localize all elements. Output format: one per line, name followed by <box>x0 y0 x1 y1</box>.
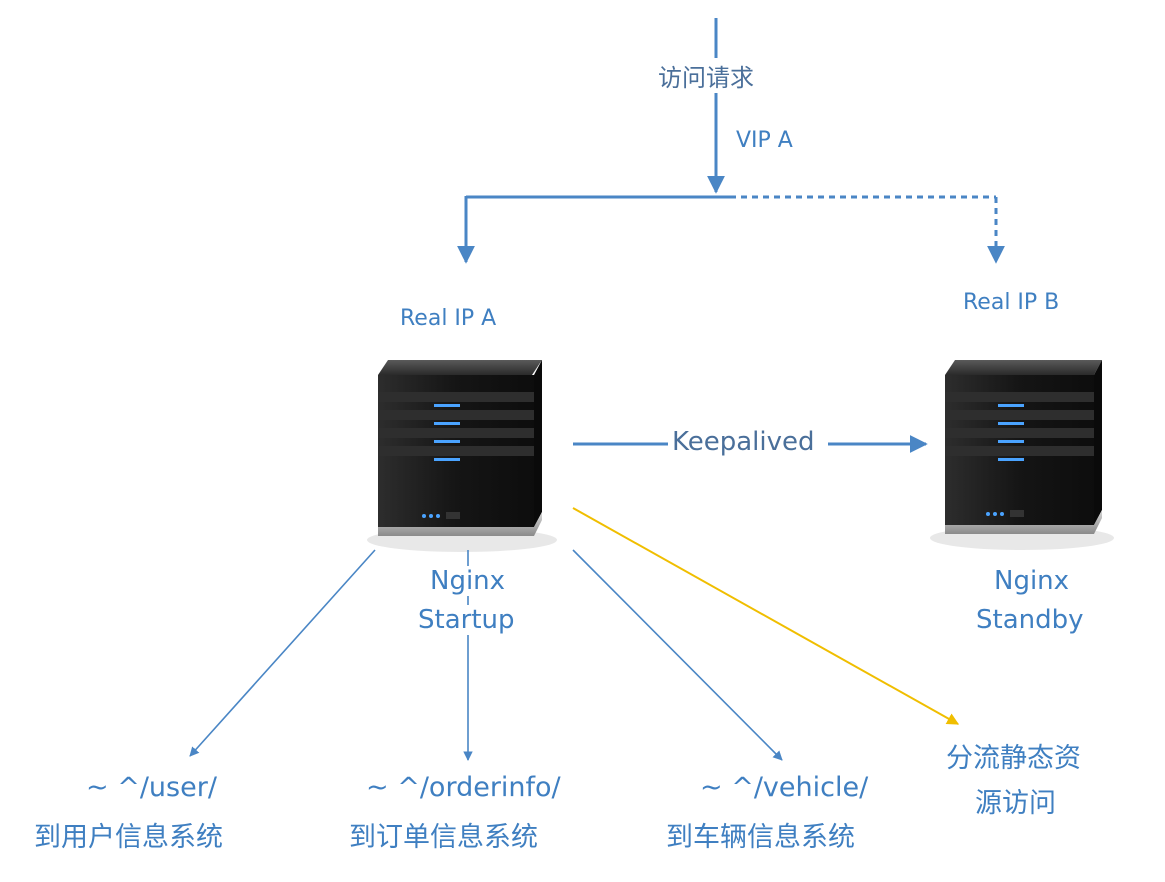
vip-label: VIP A <box>736 128 793 153</box>
route-user-target: 到用户信息系统 <box>34 822 223 853</box>
standby-name-line2: Standby <box>976 605 1084 635</box>
route-user-pattern: ~ ^/user/ <box>86 772 217 803</box>
route-orderinfo-pattern: ~ ^/orderinfo/ <box>366 772 561 803</box>
standby-name-line1: Nginx <box>994 566 1070 596</box>
primary-server-icon <box>367 360 557 552</box>
route-arrow-user <box>189 549 376 757</box>
route-arrow-vehicle <box>572 549 783 761</box>
static-route-line2: 源访问 <box>975 788 1056 819</box>
standby-server-icon <box>930 360 1114 550</box>
request-label: 访问请求 <box>656 58 756 93</box>
static-route-line1: 分流静态资 <box>946 743 1081 774</box>
keepalived-label: Keepalived <box>672 427 815 457</box>
standby-real-ip-label: Real IP B <box>963 290 1060 315</box>
route-vehicle-target: 到车辆信息系统 <box>666 822 855 853</box>
primary-real-ip-label: Real IP A <box>400 306 497 331</box>
route-orderinfo-target: 到订单信息系统 <box>349 822 538 853</box>
route-vehicle-pattern: ~ ^/vehicle/ <box>700 772 869 803</box>
route-arrow-static <box>572 507 960 725</box>
primary-name-line1: Nginx <box>430 566 506 596</box>
primary-name-line2: Startup <box>418 605 515 635</box>
